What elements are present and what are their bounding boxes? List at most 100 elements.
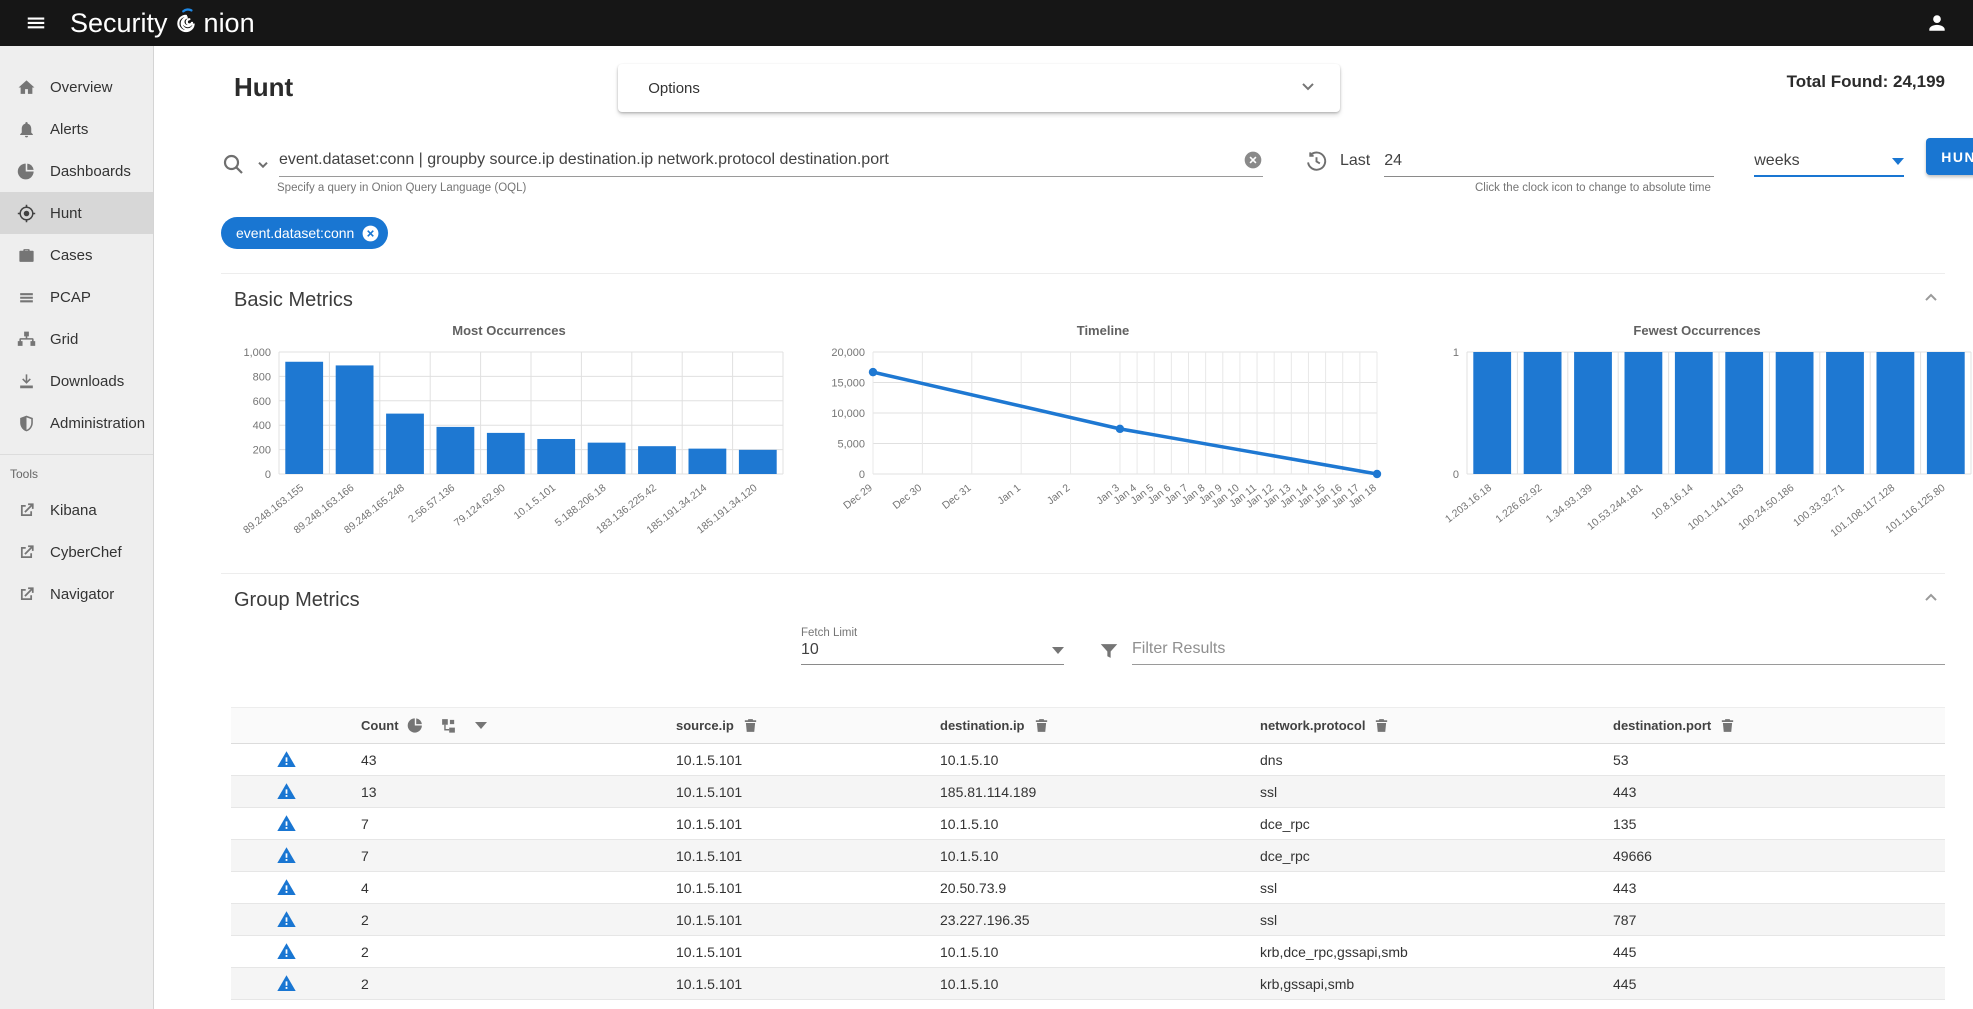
bar-10.1.5.101[interactable] [537,439,575,474]
groupby-graph-icon[interactable] [440,717,457,734]
dropdown-arrow-icon[interactable] [475,722,487,729]
filter-results-input[interactable] [1132,640,1945,665]
sidebar-item-dashboards[interactable]: Dashboards [0,150,153,192]
sidebar-item-hunt[interactable]: Hunt [0,192,153,234]
unit-select[interactable]: weeks [1754,152,1904,177]
table-row[interactable]: 4310.1.5.10110.1.5.10dns53 [231,744,1945,776]
trash-icon[interactable] [1373,717,1390,734]
row-expand-cell[interactable] [231,872,341,904]
table-row[interactable]: 1310.1.5.101185.81.114.189ssl443 [231,776,1945,808]
sidebar-item-cases[interactable]: Cases [0,234,153,276]
warning-icon[interactable] [276,877,297,898]
timeline-point[interactable] [869,368,877,376]
cell-destination-port: 443 [1593,776,1945,808]
menu-icon[interactable] [16,3,56,43]
remove-filter-icon[interactable] [361,224,380,243]
warning-icon[interactable] [276,941,297,962]
fetch-limit-select[interactable]: 10 [801,641,1064,665]
sidebar-item-navigator[interactable]: Navigator [0,573,153,615]
bar-10.8.16.14[interactable] [1675,352,1713,474]
bar-1.226.62.92[interactable] [1524,352,1562,474]
sidebar-item-grid[interactable]: Grid [0,318,153,360]
row-expand-cell[interactable] [231,776,341,808]
table-row[interactable]: 710.1.5.10110.1.5.10dce_rpc135 [231,808,1945,840]
bar-5.188.206.18[interactable] [588,443,626,474]
sidebar-item-downloads[interactable]: Downloads [0,360,153,402]
chevron-up-icon[interactable] [1921,288,1941,313]
warning-icon[interactable] [276,749,297,770]
history-clock-icon[interactable] [1305,150,1328,173]
bar-185.191.34.214[interactable] [689,449,727,474]
search-icon[interactable] [221,152,245,176]
chevron-down-icon[interactable] [255,156,271,172]
networkprotocol-column-header[interactable]: network.protocol [1240,708,1593,744]
bar-185.191.34.120[interactable] [739,450,777,474]
pie-chart-icon[interactable] [407,717,424,734]
row-expand-cell[interactable] [231,808,341,840]
clear-icon[interactable] [1243,150,1263,170]
sidebar-item-alerts[interactable]: Alerts [0,108,153,150]
bar-101.116.125.80[interactable] [1927,352,1965,474]
cell-network-protocol: ssl [1240,872,1593,904]
table-row[interactable]: 210.1.5.10110.1.5.10krb,gssapi,smb445 [231,968,1945,1000]
warning-icon[interactable] [276,973,297,994]
bar-183.136.225.42[interactable] [638,446,676,474]
warning-icon[interactable] [276,813,297,834]
bar-100.24.50.186[interactable] [1776,352,1814,474]
x-tick-label: 2.56.57.136 [406,482,457,526]
bar-10.53.244.181[interactable] [1625,352,1663,474]
filter-chip[interactable]: event.dataset:conn [221,217,388,249]
table-row[interactable]: 410.1.5.10120.50.73.9ssl443 [231,872,1945,904]
sidebar-item-kibana[interactable]: Kibana [0,489,153,531]
bar-89.248.165.248[interactable] [386,414,424,474]
bar-89.248.163.155[interactable] [285,362,323,474]
sidebar-item-label: Hunt [50,205,82,222]
sourceip-column-header[interactable]: source.ip [656,708,920,744]
bar-2.56.57.136[interactable] [437,427,475,474]
chevron-up-icon[interactable] [1921,588,1941,613]
warning-icon[interactable] [276,845,297,866]
table-header-row: Count source.ip [231,708,1945,744]
destinationip-column-header[interactable]: destination.ip [920,708,1240,744]
cell-source-ip: 10.1.5.101 [656,840,920,872]
timeline-point[interactable] [1373,470,1381,478]
warning-icon[interactable] [276,781,297,802]
fetch-limit-block: Fetch Limit 10 [801,627,1064,665]
bar-100.1.141.163[interactable] [1725,352,1763,474]
bar-100.33.32.71[interactable] [1826,352,1864,474]
bar-89.248.163.166[interactable] [336,365,374,474]
x-tick-label: 10.8.16.14 [1649,482,1696,522]
bar-79.124.62.90[interactable] [487,433,525,474]
bar-1.203.16.18[interactable] [1473,352,1511,474]
options-panel[interactable]: Options [618,64,1340,112]
timeline-point[interactable] [1116,425,1124,433]
cell-count: 2 [341,904,656,936]
warning-icon[interactable] [276,909,297,930]
table-row[interactable]: 210.1.5.10110.1.5.10krb,dce_rpc,gssapi,s… [231,936,1945,968]
sidebar-item-cyberchef[interactable]: CyberChef [0,531,153,573]
row-expand-cell[interactable] [231,904,341,936]
query-input[interactable] [279,151,1243,169]
count-column-header[interactable]: Count [341,708,656,744]
trash-icon[interactable] [742,717,759,734]
bar-1.34.93.139[interactable] [1574,352,1612,474]
bar-101.108.117.128[interactable] [1877,352,1915,474]
table-row[interactable]: 210.1.5.10123.227.196.35ssl787 [231,904,1945,936]
hunt-button[interactable]: HUNT [1926,138,1973,175]
trash-icon[interactable] [1719,717,1736,734]
cell-destination-ip: 10.1.5.10 [920,968,1240,1000]
sidebar-item-overview[interactable]: Overview [0,66,153,108]
row-expand-cell[interactable] [231,840,341,872]
cell-count: 7 [341,840,656,872]
user-icon[interactable] [1917,3,1957,43]
table-row[interactable]: 710.1.5.10110.1.5.10dce_rpc49666 [231,840,1945,872]
sidebar-item-administration[interactable]: Administration [0,402,153,444]
sidebar-item-pcap[interactable]: PCAP [0,276,153,318]
row-expand-cell[interactable] [231,936,341,968]
row-expand-cell[interactable] [231,744,341,776]
cell-destination-port: 445 [1593,936,1945,968]
trash-icon[interactable] [1033,717,1050,734]
row-expand-cell[interactable] [231,968,341,1000]
duration-input[interactable] [1384,152,1714,177]
destinationport-column-header[interactable]: destination.port [1593,708,1945,744]
